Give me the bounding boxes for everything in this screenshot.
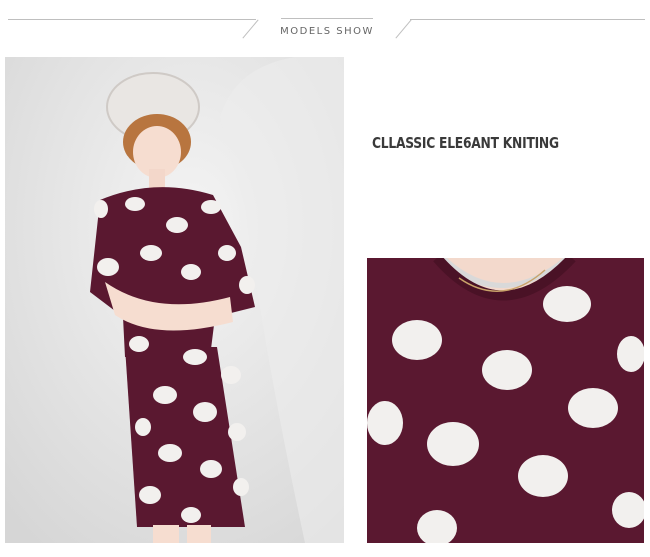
detail-photo [367,258,644,543]
header-rule-left [8,19,256,20]
section-title: MODELS SHOW [272,18,382,37]
section-header: MODELS SHOW [0,0,650,50]
header-slash-right [395,19,412,39]
model-photo [5,57,344,543]
header-rule-right [410,19,645,20]
header-slash-left [242,19,259,39]
feature-caption: CLLASSIC ELE6ANT KNITING [372,134,559,152]
